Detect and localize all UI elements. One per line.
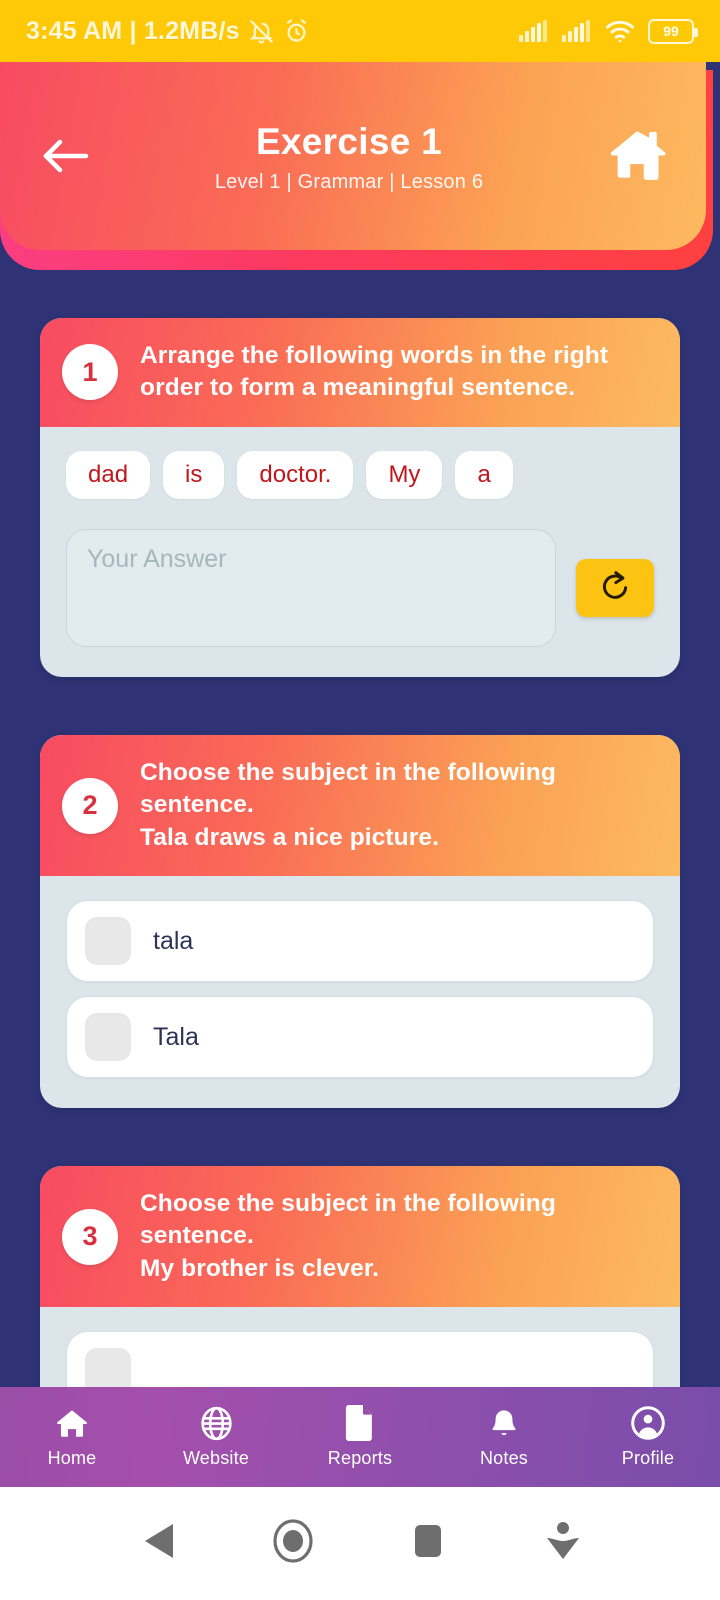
question-sentence: My brother is clever. [140,1254,380,1282]
question-card: 2 Choose the subject in the following se… [40,735,680,1109]
question-prompt: Choose the subject in the following sent… [140,757,654,854]
question-number: 2 [62,777,118,834]
recents-square-icon [411,1522,445,1565]
alarm-icon [283,18,310,45]
android-system-bar [0,1487,720,1600]
question-body: dad is doctor. My a Your Answer [40,427,680,677]
questions-scroll-area[interactable]: 1 Arrange the following words in the rig… [0,274,720,1387]
collapse-arrow-icon [545,1520,581,1567]
question-header: 2 Choose the subject in the following se… [40,735,680,877]
document-icon [345,1405,375,1441]
breadcrumb: Level 1 | Grammar | Lesson 6 [214,170,484,193]
question-prompt: Choose the subject in the following sent… [140,1188,654,1285]
bottom-navigation: Home Website Reports Notes Profile [0,1387,720,1487]
option-label: Tala [153,1022,199,1051]
phone-screen: 3:45 AM | 1.2MB/s 99 Exercise 1 Level 1 … [0,0,720,1600]
question-body [40,1307,680,1387]
question-prompt-text: Choose the subject in the following sent… [140,759,556,819]
android-home-button[interactable] [225,1519,360,1568]
answer-input[interactable]: Your Answer [66,529,556,648]
question-header: 1 Arrange the following words in the rig… [40,318,680,427]
signal-1-icon [519,20,549,42]
header-home-button[interactable] [602,121,672,191]
nav-item-reports[interactable]: Reports [288,1405,432,1469]
bell-muted-icon [248,18,275,45]
signal-2-icon [562,20,592,42]
option-row[interactable] [66,1331,654,1387]
word-chip[interactable]: dad [66,450,151,500]
status-bar-left: 3:45 AM | 1.2MB/s [26,17,310,46]
option-list: tala Tala [66,900,654,1079]
word-chip[interactable]: is [163,450,225,500]
status-bar-right: 99 [519,18,698,44]
question-card: 1 Arrange the following words in the rig… [40,318,680,678]
option-list [66,1331,654,1387]
back-triangle-icon [141,1522,175,1565]
wifi-icon [605,20,635,43]
question-number: 1 [62,344,118,401]
question-prompt: Arrange the following words in the right… [140,340,654,405]
nav-label: Home [47,1448,97,1468]
word-chip-list: dad is doctor. My a [66,450,654,500]
header-bar: Exercise 1 Level 1 | Grammar | Lesson 6 [0,62,706,250]
answer-placeholder: Your Answer [87,545,227,574]
option-checkbox[interactable] [85,1348,131,1387]
battery-level: 99 [663,23,679,39]
word-chip[interactable]: a [455,450,513,500]
question-prompt-text: Choose the subject in the following sent… [140,1190,556,1250]
nav-item-home[interactable]: Home [0,1405,144,1469]
page-title: Exercise 1 [255,121,443,163]
question-number: 3 [62,1208,118,1265]
question-card: 3 Choose the subject in the following se… [40,1166,680,1387]
nav-item-notes[interactable]: Notes [432,1405,576,1469]
word-chip[interactable]: doctor. [237,450,354,500]
question-sentence: Tala draws a nice picture. [140,823,439,851]
reset-icon [598,569,632,608]
android-back-button[interactable] [90,1522,225,1565]
bell-icon [488,1405,520,1441]
option-label: tala [153,926,194,955]
answer-row: Your Answer [66,529,654,648]
nav-item-profile[interactable]: Profile [576,1405,720,1469]
status-bar: 3:45 AM | 1.2MB/s 99 [0,0,720,62]
home-icon [54,1405,90,1441]
back-button[interactable] [34,125,96,187]
nav-label: Reports [327,1448,393,1468]
question-header: 3 Choose the subject in the following se… [40,1166,680,1308]
app-header: Exercise 1 Level 1 | Grammar | Lesson 6 [0,62,720,274]
option-row[interactable]: tala [66,900,654,983]
header-titles: Exercise 1 Level 1 | Grammar | Lesson 6 [96,121,602,194]
globe-icon [199,1405,234,1441]
reset-answer-button[interactable] [576,559,654,618]
question-prompt-text: Arrange the following words in the right… [140,342,609,402]
home-circle-icon [271,1519,315,1568]
word-chip[interactable]: My [366,450,443,500]
home-icon [606,125,668,188]
option-checkbox[interactable] [85,1013,131,1062]
nav-label: Notes [479,1448,529,1468]
option-row[interactable]: Tala [66,996,654,1079]
option-checkbox[interactable] [85,917,131,966]
question-body: tala Tala [40,876,680,1108]
status-time-and-speed: 3:45 AM | 1.2MB/s [26,16,240,45]
android-recents-button[interactable] [360,1522,495,1565]
nav-label: Website [182,1448,250,1468]
battery-icon: 99 [648,18,698,44]
android-collapse-button[interactable] [495,1520,630,1567]
nav-item-website[interactable]: Website [144,1405,288,1469]
person-circle-icon [630,1405,666,1441]
nav-label: Profile [621,1448,675,1468]
